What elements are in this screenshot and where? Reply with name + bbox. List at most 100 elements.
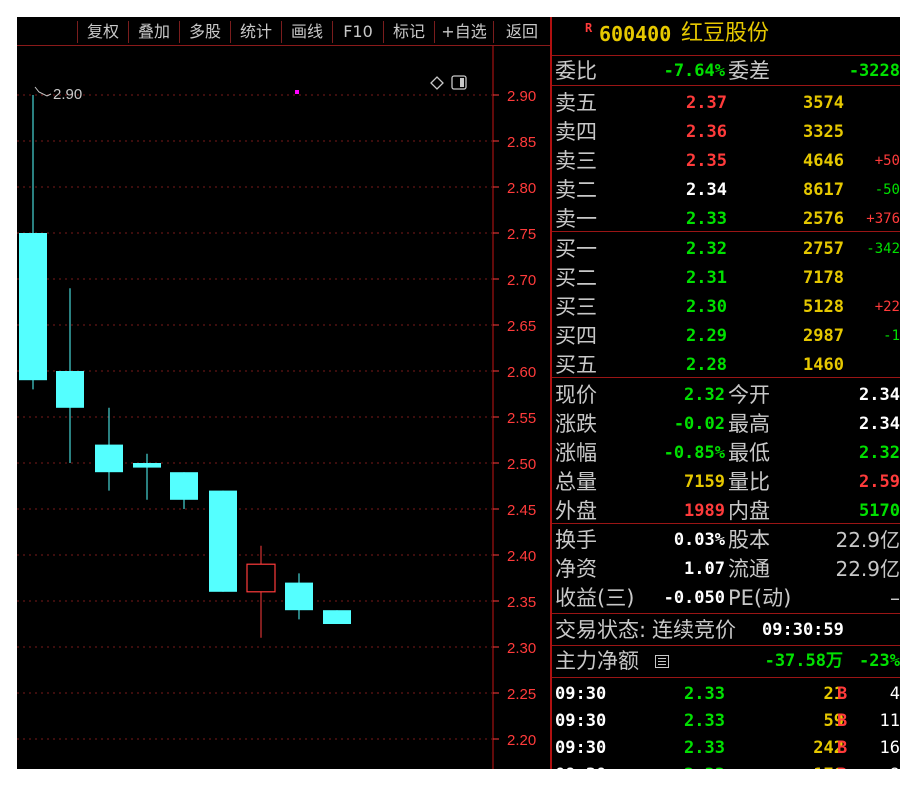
candles (19, 95, 351, 638)
tick-row[interactable]: 09:302.33178B9 (552, 761, 900, 769)
list-icon[interactable] (655, 655, 669, 668)
quote-value: -0.85% (663, 443, 725, 463)
quote-label: 内盘 (728, 499, 770, 523)
sell-row[interactable]: 卖五 2.37 3574 (552, 89, 900, 117)
tick-side: B (837, 761, 847, 769)
candlestick-chart[interactable]: 2.90 2.85 2.80 2.75 2.70 2.65 2.60 2.55 2.50 2.45… (17, 46, 550, 769)
grid-lines (17, 94, 493, 740)
wb-label: 委比 (555, 59, 597, 83)
buy-volume: 2757 (803, 239, 844, 259)
mark-button[interactable]: 标记 (383, 21, 434, 43)
trade-status-label: 交易状态: (555, 618, 647, 642)
price-tick-label: 2.50 (507, 456, 536, 473)
buy-row[interactable]: 买五 2.28 1460 (552, 351, 900, 379)
candle-body (19, 233, 47, 381)
buy-price: 2.30 (686, 297, 727, 317)
stats-label: 流通 (728, 557, 770, 581)
tick-row[interactable]: 09:30 2.33 21 B 4 (552, 680, 900, 708)
buy-row[interactable]: 买二 2.31 7178 (552, 264, 900, 292)
quote-label: 最低 (728, 441, 770, 465)
price-tick-label: 2.85 (507, 134, 536, 151)
sell-volume: 4646 (803, 151, 844, 171)
price-tick-label: 2.30 (507, 640, 536, 657)
divider (552, 231, 900, 232)
tick-count: 9 (890, 761, 900, 769)
buy-volume: 1460 (803, 355, 844, 375)
divider (552, 613, 900, 614)
divider (552, 677, 900, 678)
candle (209, 490, 237, 592)
buy-price: 2.32 (686, 239, 727, 259)
sell-price: 2.33 (686, 209, 727, 229)
divider (552, 85, 900, 86)
quote-value: 2.34 (859, 414, 900, 434)
candle (323, 610, 351, 624)
sell-price: 2.34 (686, 180, 727, 200)
sell-level-label: 卖四 (555, 120, 597, 144)
buy-level-label: 买一 (555, 237, 597, 261)
wb-value: -7.64% (663, 61, 725, 81)
overlay-button[interactable]: 叠加 (128, 21, 179, 43)
tick-row[interactable]: 09:30 2.33 59 B 11 (552, 707, 900, 735)
tick-count: 4 (889, 684, 900, 704)
price-tick-label: 2.65 (507, 318, 536, 335)
sell-row[interactable]: 卖二 2.34 8617 -50 (552, 176, 900, 204)
quote-value: 2.34 (859, 385, 900, 405)
quote-row: 现价 2.32 今开 2.34 (552, 381, 900, 409)
sell-row[interactable]: 卖三 2.35 4646 +50 (552, 147, 900, 175)
tick-side: B (837, 711, 848, 731)
quote-row: 外盘 1989 内盘 5170 (552, 497, 900, 525)
tick-price: 2.33 (684, 711, 725, 731)
quote-label: 总量 (555, 470, 597, 494)
buy-change: -342 (866, 241, 900, 257)
multi-stock-button[interactable]: 多股 (179, 21, 230, 43)
buy-level-label: 买五 (555, 353, 597, 377)
magenta-dot (295, 90, 299, 94)
candle (170, 472, 198, 509)
stats-value: 1.07 (684, 559, 725, 579)
stats-row: 换手 0.03% 股本 22.9亿 (552, 526, 900, 554)
stats-label: 净资 (555, 557, 597, 581)
sell-change: -50 (874, 182, 900, 198)
stats-value: -0.050 (663, 588, 725, 608)
stats-label: 换手 (555, 528, 597, 552)
restore-rights-button[interactable]: 复权 (77, 21, 128, 43)
buy-row[interactable]: 买四 2.29 2987 -1 (552, 322, 900, 350)
toolbar: 复权 叠加 多股 统计 画线 F10 标记 +自选 返回 (17, 17, 550, 46)
stock-header: R 600400 红豆股份 (552, 20, 900, 48)
candle-body (95, 444, 123, 473)
back-button[interactable]: 返回 (493, 21, 550, 43)
tick-row[interactable]: 09:30 2.33 242 B 16 (552, 734, 900, 762)
wd-label: 委差 (728, 59, 770, 83)
diamond-icon[interactable] (430, 76, 444, 90)
draw-line-button[interactable]: 画线 (281, 21, 332, 43)
buy-row[interactable]: 买三 2.30 5128 +22 (552, 293, 900, 321)
quote-row: 总量 7159 量比 2.59 (552, 468, 900, 496)
panel-toggle-icon[interactable] (451, 75, 467, 90)
quote-label: 最高 (728, 412, 770, 436)
buy-row[interactable]: 买一 2.32 2757 -342 (552, 235, 900, 263)
candle (95, 407, 123, 491)
quote-value: 2.59 (859, 472, 900, 492)
price-tick-label: 2.20 (507, 732, 536, 749)
sell-volume: 2576 (803, 209, 844, 229)
stats-value: 0.03% (673, 530, 725, 550)
quote-value: -0.02 (673, 414, 725, 434)
divider (552, 645, 900, 646)
main-force-value: -37.58万 (764, 651, 843, 671)
add-watchlist-button[interactable]: +自选 (434, 21, 493, 43)
stats-row: 净资 1.07 流通 22.9亿 (552, 555, 900, 583)
statistics-button[interactable]: 统计 (230, 21, 281, 43)
buy-level-label: 买三 (555, 295, 597, 319)
quote-row: 涨幅 -0.85% 最低 2.32 (552, 439, 900, 467)
f10-button[interactable]: F10 (332, 21, 383, 43)
wd-value: -3228 (848, 61, 900, 81)
sell-change: +376 (866, 211, 900, 227)
sell-row[interactable]: 卖四 2.36 3325 (552, 118, 900, 146)
buy-volume: 5128 (803, 297, 844, 317)
quote-value: 1989 (684, 501, 725, 521)
sell-row[interactable]: 卖一 2.33 2576 +376 (552, 205, 900, 233)
divider (552, 55, 900, 56)
buy-price: 2.29 (686, 326, 727, 346)
trade-status-value: 连续竞价 (652, 618, 736, 642)
